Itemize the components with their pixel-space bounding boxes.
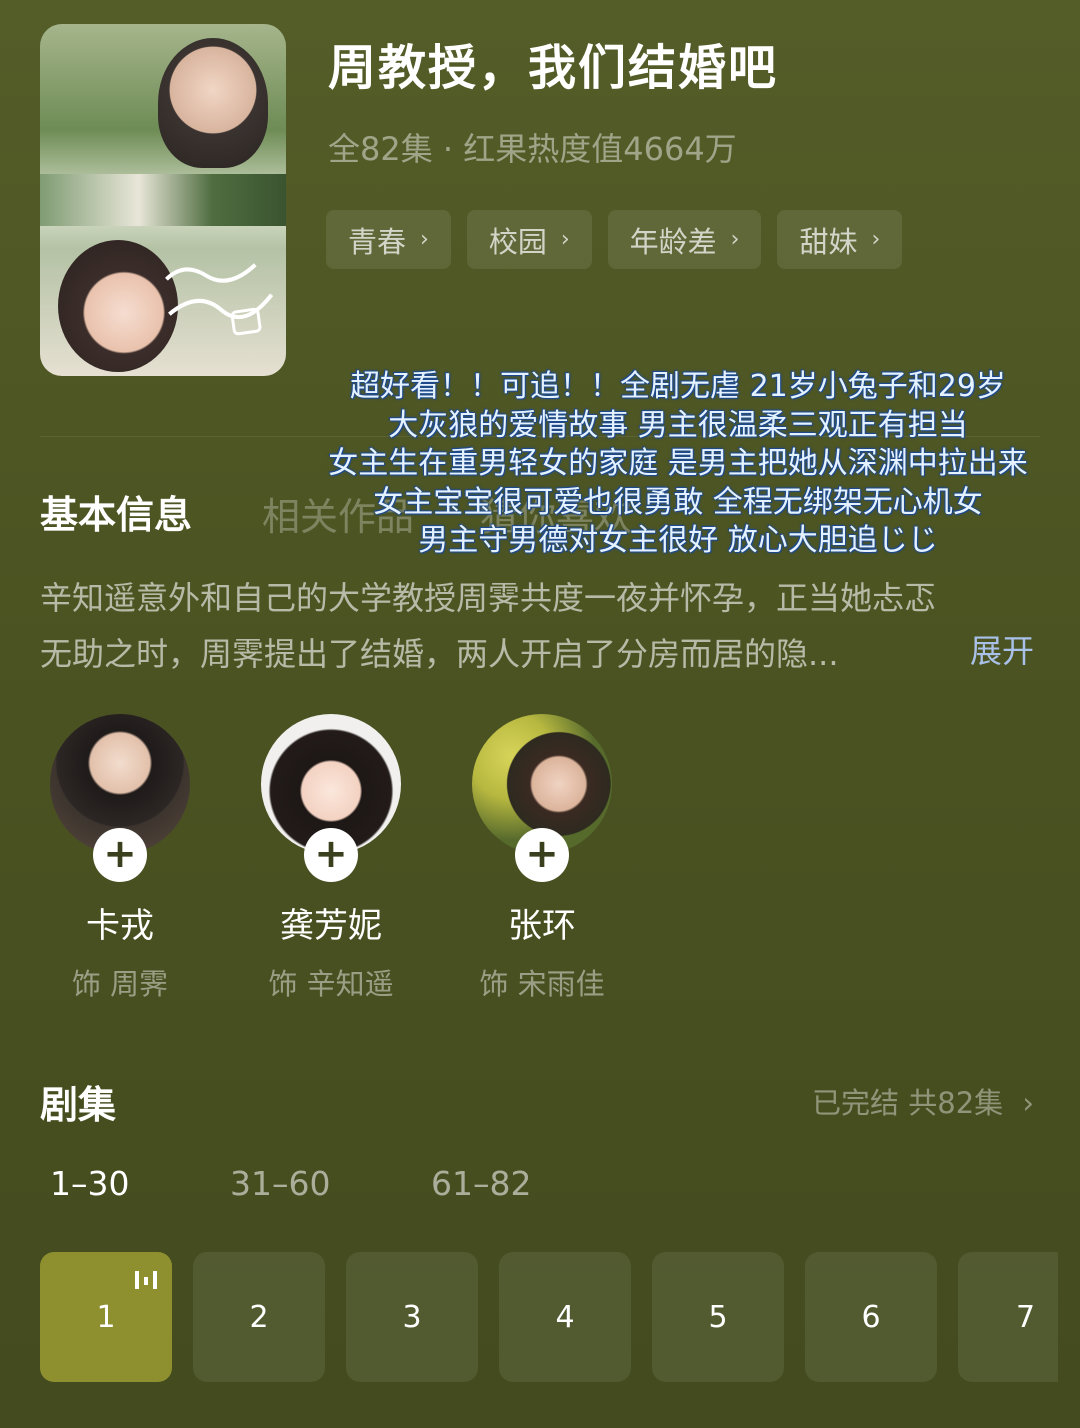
cast-member[interactable]: + 张环 饰 宋雨佳 [462,714,622,1003]
chevron-right-icon: › [871,227,881,252]
cast-role: 饰 宋雨佳 [479,967,605,1001]
poster-image[interactable] [40,24,286,376]
overlay-line: 男主守男德对女主很好 放心大胆追じじ [418,523,938,558]
chevron-right-icon: › [420,227,429,252]
tag-label: 校园 [488,224,547,259]
tag-nianlingcha[interactable]: 年龄差 › [607,210,762,269]
episode-button[interactable]: 5 [652,1252,784,1382]
episode-number: 5 [708,1299,728,1335]
episode-button[interactable]: 6 [805,1252,937,1382]
cast-name: 张环 [508,906,576,946]
cast-role: 饰 辛知遥 [268,967,394,1001]
plus-icon[interactable]: + [304,828,358,882]
cast-name: 龚芳妮 [280,906,382,946]
tag-label: 青春 [348,224,407,259]
tab-basic-info[interactable]: 基本信息 [40,484,192,539]
episode-button[interactable]: 7 [958,1252,1058,1382]
poster-logo-icon [165,263,274,336]
cast-member[interactable]: + 卡戎 饰 周霁 [40,714,200,1003]
show-title: 周教授，我们结婚吧 [328,40,779,96]
episode-button[interactable]: 4 [499,1252,631,1382]
episode-list: 1 2 3 4 5 6 7 [40,1252,1058,1382]
tag-label: 甜妹 [799,224,858,259]
episode-button[interactable]: 1 [40,1252,172,1382]
review-overlay-text: 超好看！！可追！！全剧无虐 21岁小兔子和29岁 大灰狼的爱情故事 男主很温柔三… [292,368,1064,561]
episode-number: 6 [861,1299,881,1335]
range-tab-1-30[interactable]: 1–30 [50,1164,130,1203]
episodes-status-link[interactable]: 已完结 共82集 › [812,1080,1034,1122]
tag-xiaoyuan[interactable]: 校园 › [466,210,592,269]
tag-list: 青春 › 校园 › 年龄差 › 甜妹 › [326,210,903,269]
episode-button[interactable]: 3 [346,1252,478,1382]
poster-scene-strip [40,174,286,226]
chevron-right-icon: › [730,227,740,252]
episode-number: 1 [96,1299,116,1335]
avatar[interactable]: + [50,714,190,882]
playing-bars-icon [134,1268,158,1295]
episodes-status: 已完结 共82集 [812,1086,1004,1120]
cast-role: 饰 周霁 [71,967,169,1001]
episode-number: 4 [555,1299,575,1335]
episode-number: 7 [1016,1299,1036,1335]
range-tab-61-82[interactable]: 61–82 [431,1164,531,1203]
show-meta: 全82集 · 红果热度值4664万 [328,130,737,168]
poster-title-calligraphy [154,244,286,358]
tag-tianmei[interactable]: 甜妹 › [777,210,903,269]
avatar[interactable]: + [261,714,401,882]
chevron-right-icon: › [1022,1086,1034,1120]
plus-icon[interactable]: + [93,828,147,882]
avatar[interactable]: + [472,714,612,882]
plus-icon[interactable]: + [515,828,569,882]
tag-qingchun[interactable]: 青春 › [326,210,451,269]
range-tab-31-60[interactable]: 31–60 [230,1164,330,1203]
synopsis-line: 无助之时，周霁提出了结婚，两人开启了分房而居的隐... [40,635,839,673]
episode-number: 3 [402,1299,422,1335]
synopsis: 辛知遥意外和自己的大学教授周霁共度一夜并怀孕，正当她忐忑 无助之时，周霁提出了结… [40,570,1040,682]
expand-link[interactable]: 展开 [970,626,1034,672]
synopsis-line: 辛知遥意外和自己的大学教授周霁共度一夜并怀孕，正当她忐忑 [40,579,937,617]
episode-number: 2 [249,1299,269,1335]
episodes-title: 剧集 [40,1083,117,1127]
tag-label: 年龄差 [629,224,717,259]
cast-member[interactable]: + 龚芳妮 饰 辛知遥 [251,714,411,1003]
overlay-line: 女主生在重男轻女的家庭 是男主把她从深渊中拉出来 [328,446,1028,481]
poster-actor-portrait [158,38,268,168]
episode-button[interactable]: 2 [193,1252,325,1382]
overlay-line: 大灰狼的爱情故事 男主很温柔三观正有担当 [388,407,968,443]
overlay-line: 超好看！！可追！！全剧无虐 21岁小兔子和29岁 [350,369,1006,404]
chevron-right-icon: › [560,227,570,252]
cast-name: 卡戎 [86,906,154,946]
overlay-line: 女主宝宝很可爱也很勇敢 全程无绑架无心机女 [373,484,983,520]
